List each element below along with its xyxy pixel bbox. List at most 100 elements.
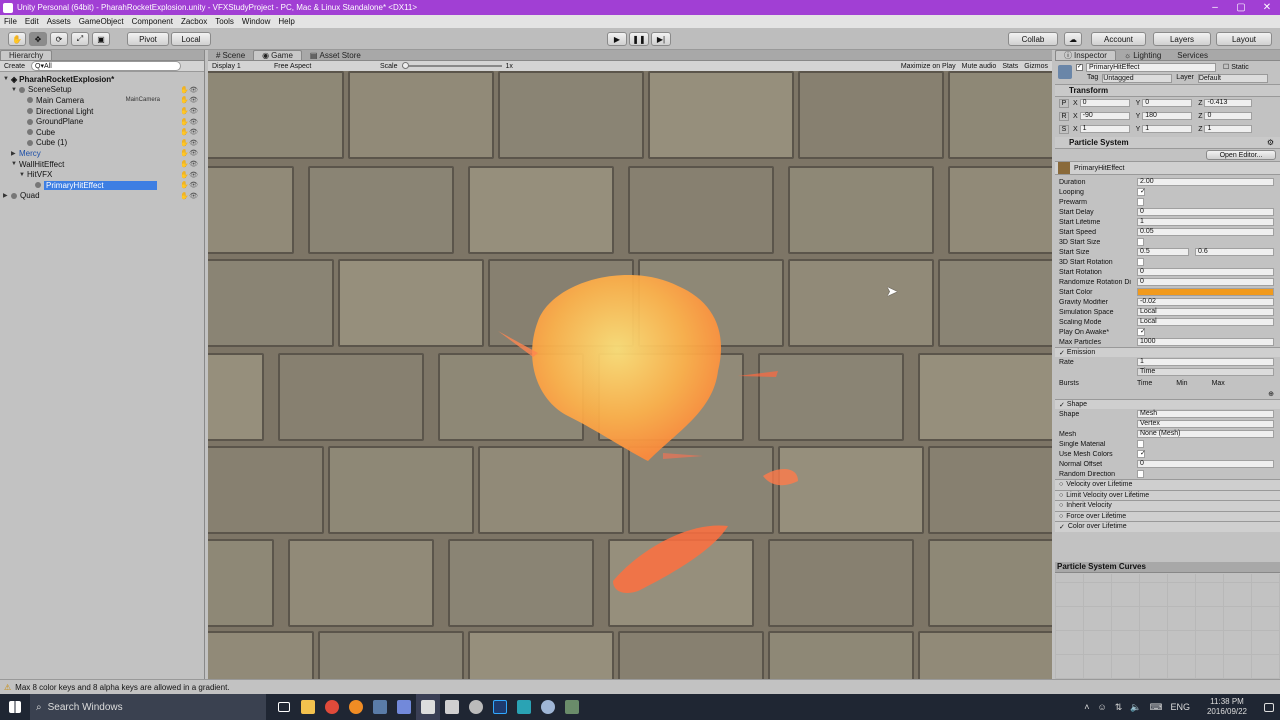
shape-prop-value[interactable]: ✓ xyxy=(1137,450,1146,458)
menu-file[interactable]: File xyxy=(4,17,17,26)
move-tool-button[interactable]: ✥ xyxy=(29,32,47,46)
taskbar-explorer[interactable] xyxy=(296,694,320,720)
ps-prop-value[interactable] xyxy=(1137,238,1144,246)
hierarchy-item[interactable]: ▶ Quad ✋👁 xyxy=(0,191,204,202)
module-header[interactable]: ○ Inherit Velocity xyxy=(1055,500,1280,511)
taskbar-steam[interactable] xyxy=(368,694,392,720)
rate-mode-dropdown[interactable]: Time xyxy=(1137,368,1274,376)
shape-prop-value[interactable]: Mesh xyxy=(1137,410,1274,418)
visibility-icon[interactable]: ✋👁 xyxy=(180,149,198,157)
taskbar-unity[interactable] xyxy=(416,694,440,720)
hierarchy-search[interactable]: Q▾All xyxy=(31,61,182,71)
scale-y[interactable]: 1 xyxy=(1142,125,1193,133)
visibility-icon[interactable]: ✋👁 xyxy=(180,139,198,147)
module-checkbox[interactable]: ○ xyxy=(1059,502,1063,509)
play-button[interactable]: ▶ xyxy=(607,32,627,46)
hierarchy-item[interactable]: ▼ HitVFX ✋👁 xyxy=(0,169,204,180)
menu-window[interactable]: Window xyxy=(242,17,270,26)
minimize-button[interactable]: – xyxy=(1202,2,1228,13)
taskbar-chrome[interactable] xyxy=(320,694,344,720)
hierarchy-item[interactable]: Directional Light ✋👁 xyxy=(0,106,204,117)
aspect-dropdown[interactable]: Free Aspect xyxy=(274,63,374,70)
visibility-icon[interactable]: ✋👁 xyxy=(180,118,198,126)
taskbar-discord[interactable] xyxy=(392,694,416,720)
add-burst-icon[interactable]: ⊕ xyxy=(1268,390,1274,398)
taskbar-app1[interactable] xyxy=(440,694,464,720)
module-checkbox[interactable]: ○ xyxy=(1059,492,1063,499)
ps-prop-value[interactable]: ✓ xyxy=(1137,328,1146,336)
module-checkbox[interactable]: ○ xyxy=(1059,513,1063,520)
visibility-icon[interactable]: ✋👁 xyxy=(180,192,198,200)
hand-tool-button[interactable]: ✋ xyxy=(8,32,26,46)
active-checkbox[interactable]: ✓ xyxy=(1076,64,1083,71)
menu-help[interactable]: Help xyxy=(278,17,294,26)
ps-prop-value[interactable]: -0.02 xyxy=(1137,298,1274,306)
scale-tool-button[interactable]: ⤢ xyxy=(71,32,89,46)
action-center-button[interactable] xyxy=(1258,694,1280,720)
tab-services[interactable]: Services xyxy=(1169,50,1216,60)
gizmos-dropdown[interactable]: Gizmos xyxy=(1024,63,1048,70)
layers-dropdown[interactable]: Layers xyxy=(1153,32,1211,46)
curve-editor-grid[interactable] xyxy=(1055,574,1280,679)
shape-prop-value[interactable] xyxy=(1137,470,1144,478)
maximize-button[interactable]: ▢ xyxy=(1228,2,1254,13)
main-module-header[interactable]: PrimaryHitEffect xyxy=(1055,161,1280,175)
particle-system-header[interactable]: Particle System ⚙ xyxy=(1055,137,1280,149)
hierarchy-item[interactable]: Main Camera MainCamera ✋👁 xyxy=(0,95,204,106)
menu-component[interactable]: Component xyxy=(132,17,173,26)
position-y[interactable]: 0 xyxy=(1142,99,1193,107)
account-dropdown[interactable]: Account xyxy=(1091,32,1146,46)
ps-prop-value[interactable]: Local xyxy=(1137,318,1274,326)
ps-prop-value[interactable]: 0.05 xyxy=(1137,228,1274,236)
mute-audio-toggle[interactable]: Mute audio xyxy=(962,63,997,70)
ps-prop-value[interactable]: 0 xyxy=(1137,278,1274,286)
taskbar-app3[interactable] xyxy=(512,694,536,720)
start-color-swatch[interactable] xyxy=(1137,288,1274,296)
people-icon[interactable]: ☺ xyxy=(1098,702,1107,712)
settings-gear-icon[interactable]: ⚙ xyxy=(1267,138,1274,147)
position-button[interactable]: P xyxy=(1059,98,1069,108)
tab-asset-store[interactable]: ▤ Asset Store xyxy=(302,50,369,60)
hierarchy-item[interactable]: Cube ✋👁 xyxy=(0,127,204,138)
hierarchy-item[interactable]: Cube (1) ✋👁 xyxy=(0,138,204,149)
menu-tools[interactable]: Tools xyxy=(215,17,234,26)
scale-button[interactable]: S xyxy=(1059,124,1069,134)
shape-prop-value[interactable]: None (Mesh) xyxy=(1137,430,1274,438)
display-dropdown[interactable]: Display 1 xyxy=(212,63,268,70)
tab-hierarchy[interactable]: Hierarchy xyxy=(0,50,53,60)
keyboard-icon[interactable]: ⌨ xyxy=(1149,702,1162,713)
menu-zacbox[interactable]: Zacbox xyxy=(181,17,207,26)
task-view-button[interactable] xyxy=(272,694,296,720)
rate-value[interactable]: 1 xyxy=(1137,358,1274,366)
taskbar-search[interactable]: ⌕ Search Windows xyxy=(30,694,266,720)
pause-button[interactable]: ❚❚ xyxy=(629,32,649,46)
rotation-button[interactable]: R xyxy=(1059,111,1069,121)
taskbar-app5[interactable] xyxy=(560,694,584,720)
game-viewport[interactable]: ➤ xyxy=(208,71,1052,679)
visibility-icon[interactable]: ✋👁 xyxy=(180,171,198,179)
tab-game[interactable]: ◉ Game xyxy=(253,50,302,60)
hierarchy-item[interactable]: ▼ WallHitEffect ✋👁 xyxy=(0,159,204,170)
visibility-icon[interactable]: ✋👁 xyxy=(180,96,198,104)
clock[interactable]: 11:38 PM 2016/09/22 xyxy=(1196,697,1258,717)
start-button[interactable] xyxy=(0,694,30,720)
network-icon[interactable]: ⇅ xyxy=(1115,702,1123,713)
scale-slider[interactable] xyxy=(401,62,502,69)
ps-prop-value[interactable] xyxy=(1137,198,1144,206)
taskbar-app2[interactable] xyxy=(464,694,488,720)
rotate-tool-button[interactable]: ⟳ xyxy=(50,32,68,46)
local-toggle[interactable]: Local xyxy=(171,32,211,46)
hierarchy-item-selected[interactable]: PrimaryHitEffect ✋👁 xyxy=(0,180,204,191)
tag-dropdown[interactable]: Untagged xyxy=(1102,74,1173,83)
emission-module-header[interactable]: ✓ Emission xyxy=(1055,347,1280,357)
pivot-toggle[interactable]: Pivot xyxy=(127,32,169,46)
ps-prop-value[interactable]: Local xyxy=(1137,308,1274,316)
layout-dropdown[interactable]: Layout xyxy=(1216,32,1272,46)
stats-toggle[interactable]: Stats xyxy=(1002,63,1018,70)
collab-dropdown[interactable]: Collab xyxy=(1008,32,1058,46)
ps-prop-value[interactable]: 0 xyxy=(1137,208,1274,216)
scale-z[interactable]: 1 xyxy=(1204,125,1253,133)
module-header[interactable]: ✓ Color over Lifetime xyxy=(1055,521,1280,532)
close-button[interactable]: ✕ xyxy=(1254,2,1280,13)
visibility-icon[interactable]: ✋👁 xyxy=(180,128,198,136)
